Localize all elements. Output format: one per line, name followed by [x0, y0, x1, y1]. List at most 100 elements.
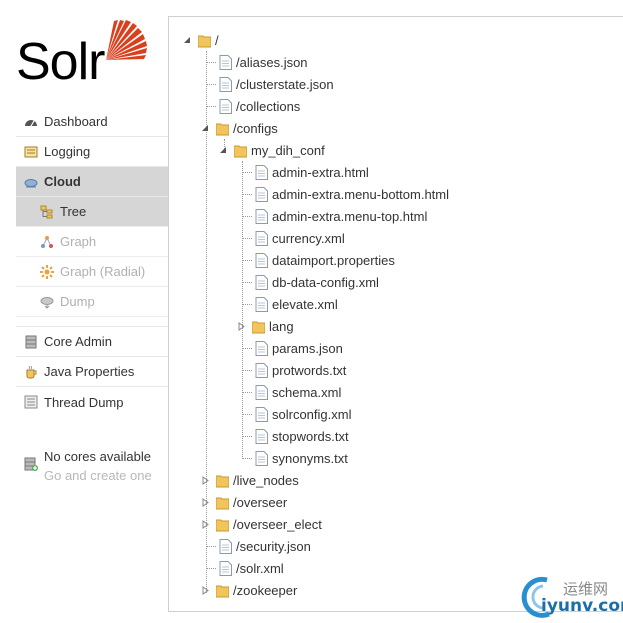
- nav-dashboard[interactable]: Dashboard: [16, 107, 168, 137]
- tree-node-root[interactable]: /: [183, 30, 219, 50]
- tree-node-label: params.json: [272, 340, 343, 356]
- tree-connector: [242, 172, 252, 173]
- tree-connector: [206, 568, 216, 569]
- expanded-arrow-icon[interactable]: [183, 36, 192, 45]
- tree-connector: [206, 62, 216, 63]
- nav-cloud-graph-radial-label: Graph (Radial): [60, 264, 146, 279]
- nav-cloud[interactable]: Cloud: [16, 167, 168, 197]
- tree-node-file[interactable]: stopwords.txt: [255, 426, 349, 446]
- folder-icon: [216, 497, 229, 509]
- tree-node-zookeeper[interactable]: /zookeeper: [201, 580, 297, 600]
- nav-thread-dump-label: Thread Dump: [44, 394, 124, 410]
- tree-node-my-dih-conf[interactable]: my_dih_conf: [219, 140, 325, 160]
- folder-open-icon: [234, 145, 247, 157]
- tree-node-security[interactable]: /security.json: [219, 536, 311, 556]
- tree-node-file[interactable]: admin-extra.menu-top.html: [255, 206, 427, 226]
- tree-connector: [242, 348, 252, 349]
- file-icon: [255, 296, 268, 312]
- tree-node-file[interactable]: currency.xml: [255, 228, 345, 248]
- tree-connector: [242, 194, 252, 195]
- tree-node-label: solrconfig.xml: [272, 406, 352, 422]
- tree-node-solr-xml[interactable]: /solr.xml: [219, 558, 284, 578]
- tree-node-label: /solr.xml: [236, 560, 284, 576]
- tree-connector: [242, 458, 252, 459]
- file-icon: [255, 450, 268, 466]
- tree-connector: [242, 436, 252, 437]
- tree-node-label: /live_nodes: [233, 472, 299, 488]
- thread-dump-icon: [24, 395, 38, 409]
- file-icon: [255, 230, 268, 246]
- file-icon: [255, 384, 268, 400]
- tree-node-file[interactable]: synonyms.txt: [255, 448, 348, 468]
- create-core-link[interactable]: Go and create one: [44, 466, 152, 485]
- tree-node-label: elevate.xml: [272, 296, 338, 312]
- file-icon: [255, 252, 268, 268]
- tree-node-label: /clusterstate.json: [236, 76, 334, 92]
- tree-node-file[interactable]: protwords.txt: [255, 360, 346, 380]
- folder-icon: [216, 519, 229, 531]
- tree-node-file[interactable]: schema.xml: [255, 382, 341, 402]
- logging-icon: [24, 146, 38, 157]
- graph-icon: [41, 235, 53, 248]
- folder-icon: [216, 475, 229, 487]
- tree-node-clusterstate[interactable]: /clusterstate.json: [219, 74, 334, 94]
- expanded-arrow-icon[interactable]: [201, 124, 210, 133]
- tree-node-label: /collections: [236, 98, 301, 114]
- collapsed-arrow-icon[interactable]: [201, 585, 210, 595]
- nav-thread-dump[interactable]: Thread Dump: [16, 387, 168, 417]
- tree-connector: [242, 304, 252, 305]
- nav-java-properties[interactable]: Java Properties: [16, 357, 168, 387]
- nav-cloud-tree[interactable]: Tree: [16, 197, 168, 227]
- collapsed-arrow-icon[interactable]: [237, 321, 246, 331]
- tree-connector: [242, 370, 252, 371]
- tree-node-label: my_dih_conf: [251, 142, 325, 158]
- file-icon: [255, 428, 268, 444]
- tree-node-file[interactable]: params.json: [255, 338, 343, 358]
- tree-node-lang[interactable]: lang: [237, 316, 294, 336]
- tree-connector: [242, 414, 252, 415]
- tree-node-collections[interactable]: /collections: [219, 96, 300, 116]
- tree-node-label: protwords.txt: [272, 362, 347, 378]
- tree-node-label: synonyms.txt: [272, 450, 348, 466]
- solr-logo[interactable]: Solr: [16, 14, 156, 88]
- tree-node-file[interactable]: admin-extra.html: [255, 162, 369, 182]
- file-icon: [255, 362, 268, 378]
- collapsed-arrow-icon[interactable]: [201, 519, 210, 529]
- cloud-subnav: Tree Graph Graph (Radial) Dump: [16, 197, 168, 317]
- file-icon: [255, 274, 268, 290]
- tree-connector: [242, 260, 252, 261]
- tree-connector: [206, 106, 216, 107]
- nav-core-admin-label: Core Admin: [44, 334, 112, 349]
- tree-node-label: /overseer: [233, 494, 288, 510]
- tree-node-overseer-elect[interactable]: /overseer_elect: [201, 514, 322, 534]
- nav-logging[interactable]: Logging: [16, 137, 168, 167]
- nav-cloud-graph[interactable]: Graph: [16, 227, 168, 257]
- nav-cloud-graph-label: Graph: [60, 234, 97, 249]
- expanded-arrow-icon[interactable]: [219, 146, 228, 155]
- tree-node-overseer[interactable]: /overseer: [201, 492, 287, 512]
- nav-cloud-tree-label: Tree: [60, 204, 87, 219]
- tree-node-label: /: [215, 32, 219, 48]
- tree-node-file[interactable]: admin-extra.menu-bottom.html: [255, 184, 449, 204]
- nav-cloud-dump[interactable]: Dump: [16, 287, 168, 317]
- tree-node-label: /security.json: [236, 538, 311, 554]
- tree-node-configs[interactable]: /configs: [201, 118, 278, 138]
- collapsed-arrow-icon[interactable]: [201, 475, 210, 485]
- tree-node-label: dataimport.properties: [272, 252, 395, 268]
- nav-core-admin[interactable]: Core Admin: [16, 327, 168, 357]
- watermark-en-text: iyunv.com: [541, 596, 623, 616]
- file-icon: [219, 98, 232, 114]
- no-cores-notice: No cores available Go and create one: [16, 447, 168, 485]
- watermark: 运维网 iyunv.com: [515, 572, 623, 623]
- zookeeper-tree-panel: / /aliases.json /clusterstate.json /coll…: [168, 16, 623, 612]
- nav-cloud-graph-radial[interactable]: Graph (Radial): [16, 257, 168, 287]
- tree-node-aliases[interactable]: /aliases.json: [219, 52, 308, 72]
- tree-connector: [242, 282, 252, 283]
- collapsed-arrow-icon[interactable]: [201, 497, 210, 507]
- tree-node-file[interactable]: db-data-config.xml: [255, 272, 379, 292]
- tree-node-file[interactable]: solrconfig.xml: [255, 404, 351, 424]
- tree-node-label: /configs: [233, 120, 278, 136]
- tree-node-live-nodes[interactable]: /live_nodes: [201, 470, 299, 490]
- tree-node-file[interactable]: dataimport.properties: [255, 250, 395, 270]
- tree-node-file[interactable]: elevate.xml: [255, 294, 338, 314]
